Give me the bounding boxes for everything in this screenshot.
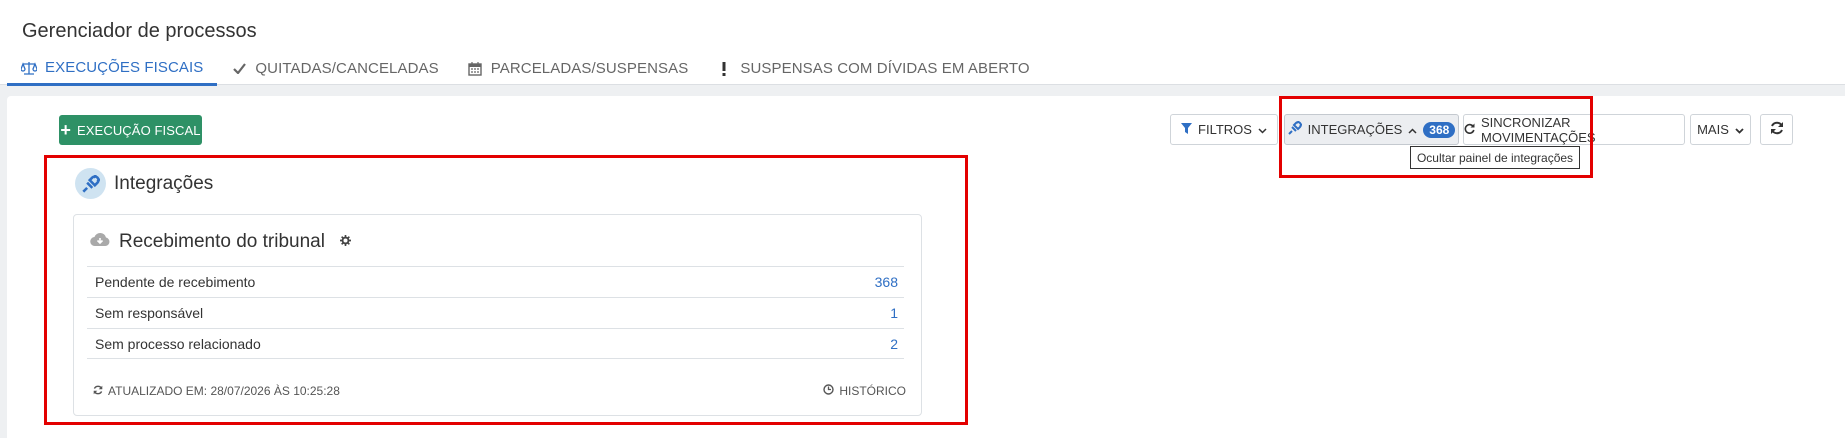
tab-suspensas-dividas[interactable]: SUSPENSAS COM DÍVIDAS EM ABERTO <box>702 52 1043 85</box>
filters-label: FILTROS <box>1198 122 1252 137</box>
tab-label: EXECUÇÕES FISCAIS <box>45 59 204 76</box>
add-execucao-fiscal-button[interactable]: + EXECUÇÃO FISCAL <box>59 115 202 145</box>
calendar-icon <box>467 61 483 77</box>
chevron-down-icon <box>1258 122 1267 137</box>
page-title: Gerenciador de processos <box>22 20 257 42</box>
reload-button[interactable] <box>1760 114 1793 145</box>
more-button[interactable]: MAIS <box>1690 114 1751 145</box>
tab-parceladas-suspensas[interactable]: PARCELADAS/SUSPENSAS <box>453 52 703 85</box>
tab-execucoes-fiscais[interactable]: EXECUÇÕES FISCAIS <box>7 52 218 86</box>
more-label: MAIS <box>1697 122 1729 137</box>
tab-bar: EXECUÇÕES FISCAIS QUITADAS/CANCELADAS PA… <box>7 52 1044 86</box>
chevron-down-icon <box>1735 122 1744 137</box>
highlight-box-integrations <box>1279 96 1593 178</box>
highlight-box-panel <box>44 155 968 425</box>
add-button-label: EXECUÇÃO FISCAL <box>77 122 201 138</box>
reload-icon <box>1770 121 1784 138</box>
exclamation-icon <box>716 61 732 77</box>
tab-label: PARCELADAS/SUSPENSAS <box>490 60 689 77</box>
filter-icon <box>1181 122 1193 137</box>
scale-icon <box>21 60 37 76</box>
plus-icon: + <box>60 120 72 140</box>
tab-quitadas-canceladas[interactable]: QUITADAS/CANCELADAS <box>217 52 452 85</box>
filters-button[interactable]: FILTROS <box>1170 114 1278 145</box>
tab-label: SUSPENSAS COM DÍVIDAS EM ABERTO <box>740 60 1030 77</box>
tab-label: QUITADAS/CANCELADAS <box>255 60 439 77</box>
check-icon <box>231 61 247 77</box>
top-bar: Gerenciador de processos EXECUÇÕES FISCA… <box>0 0 1845 86</box>
